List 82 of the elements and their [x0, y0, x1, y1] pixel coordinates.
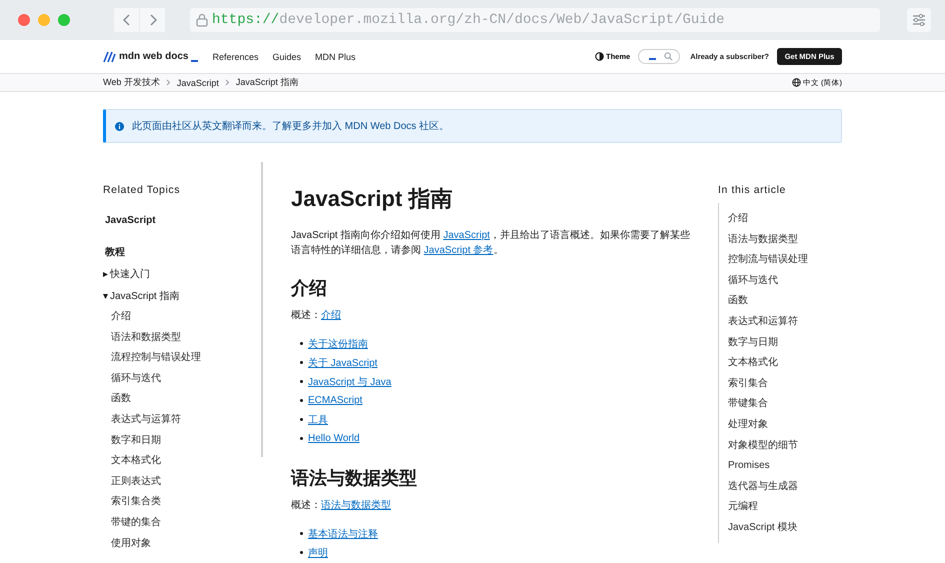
text-link[interactable]: JavaScript 参考	[424, 245, 494, 256]
toc-link[interactable]: JavaScript 模块	[728, 518, 842, 538]
toc-link[interactable]: 介绍	[728, 209, 842, 230]
breadcrumb-link[interactable]: Web 开发技术	[103, 76, 160, 89]
logo-text[interactable]: mdn web docs	[119, 51, 188, 62]
section-heading: 介绍	[291, 277, 328, 300]
sidebar-link[interactable]: 语法和数据类型	[103, 328, 261, 348]
sidebar-link[interactable]: 使用对象	[103, 534, 261, 554]
list-link[interactable]: 声明	[308, 546, 328, 560]
overview-label: 概述：	[291, 500, 321, 511]
nav-link[interactable]: Guides	[272, 52, 302, 62]
toc-link[interactable]: 迭代器与生成器	[728, 476, 842, 498]
list-link[interactable]: ECMAScript	[308, 395, 362, 406]
chevron-left-icon	[122, 14, 130, 26]
triangle-icon	[103, 294, 108, 298]
sidebar-link[interactable]: 流程控制与错误处理	[103, 348, 261, 369]
sidebar-link[interactable]: 索引集合类	[103, 492, 261, 513]
section-heading: 语法与数据类型	[291, 467, 418, 490]
intro-paragraph: JavaScript 指南向你介绍如何使用 JavaScript，并且给出了语言概述。如果你需要了解某些语言特性的详细信息，请参阅 JavaScript 参考。	[291, 228, 691, 258]
chevron-icon	[224, 79, 230, 86]
toc-link[interactable]: 循环与迭代	[728, 270, 842, 292]
search-icon	[664, 52, 674, 61]
sidebar-link[interactable]: 介绍	[103, 307, 261, 328]
toc-link[interactable]: 表达式和运算符	[728, 312, 842, 333]
nav-link[interactable]: References	[212, 52, 258, 62]
url-text: https://developer.mozilla.org/zh-CN/docs/Web/JavaScript/Guide	[212, 12, 724, 28]
back-button[interactable]	[114, 8, 139, 32]
chevron-icon	[166, 79, 171, 86]
sidebar-link[interactable]: 函数	[103, 389, 261, 410]
overview-label: 概述：	[291, 310, 321, 321]
sidebar-link[interactable]: 带键的集合	[103, 512, 261, 534]
nav-link[interactable]: MDN Plus	[315, 52, 356, 62]
settings-button[interactable]	[907, 8, 931, 32]
toc-link[interactable]: 语法与数据类型	[728, 230, 842, 250]
list-link[interactable]: 基本语法与注释	[308, 526, 378, 540]
page-title: JavaScript 指南	[291, 185, 454, 213]
globe-icon	[792, 78, 801, 87]
list-link[interactable]: JavaScript 与 Java	[308, 374, 392, 388]
breadcrumb-link[interactable]: JavaScript 指南	[236, 76, 298, 89]
logo-underscore-icon	[191, 60, 198, 62]
toc-heading: In this article	[718, 184, 787, 196]
forward-button[interactable]	[140, 8, 165, 32]
lock-icon	[196, 13, 208, 27]
sidebar-tree-item[interactable]: 快速入门	[103, 263, 261, 285]
breadcrumb-link[interactable]: JavaScript	[176, 78, 219, 88]
overview-link[interactable]: 介绍	[321, 310, 341, 321]
toc-link[interactable]: Promises	[728, 456, 842, 477]
sidebar-tree-item[interactable]: JavaScript 指南	[103, 285, 261, 307]
sidebar-link[interactable]: 循环与迭代	[103, 368, 261, 390]
text-link[interactable]: JavaScript	[443, 230, 490, 241]
sidebar-link[interactable]: 文本格式化	[103, 451, 261, 472]
toc-link[interactable]: 文本格式化	[728, 353, 842, 374]
sliders-icon	[912, 14, 926, 26]
sidebar-link[interactable]: 数字和日期	[103, 430, 261, 452]
toc-link[interactable]: 对象模型的细节	[728, 436, 842, 456]
list-link[interactable]: 关于这份指南	[308, 336, 368, 350]
list-link[interactable]: 关于 JavaScript	[308, 356, 378, 370]
sidebar-link[interactable]: JavaScript	[105, 215, 261, 226]
search-field[interactable]	[638, 49, 680, 64]
contrast-icon	[595, 52, 604, 61]
logo-icon[interactable]	[103, 50, 116, 62]
toc-link[interactable]: 处理对象	[728, 414, 842, 436]
sidebar-link[interactable]: 表达式与运算符	[103, 410, 261, 431]
close-window-icon[interactable]	[18, 14, 30, 26]
toc-link[interactable]: 索引集合	[728, 374, 842, 394]
overview-link[interactable]: 语法与数据类型	[321, 500, 391, 511]
list-link[interactable]: Hello World	[308, 433, 360, 444]
toc-link[interactable]: 控制流与错误处理	[728, 250, 842, 271]
toc-link[interactable]: 数字与日期	[728, 332, 842, 354]
list-link[interactable]: 工具	[308, 412, 328, 426]
maximize-window-icon[interactable]	[58, 14, 70, 26]
toc-link[interactable]: 元编程	[728, 497, 842, 518]
cursor-icon	[649, 58, 656, 60]
toc-link[interactable]: 函数	[728, 291, 842, 312]
sidebar-section-heading: 教程	[105, 246, 126, 259]
info-icon	[115, 122, 124, 130]
sidebar-heading: Related Topics	[103, 184, 182, 196]
sidebar-link[interactable]: 正则表达式	[103, 472, 261, 492]
chevron-right-icon	[148, 14, 156, 26]
triangle-icon	[103, 272, 108, 276]
toc-link[interactable]: 带键集合	[728, 394, 842, 415]
notice-text: 此页面由社区从英文翻译而来。了解更多并加入 MDN Web Docs 社区。	[132, 120, 450, 133]
